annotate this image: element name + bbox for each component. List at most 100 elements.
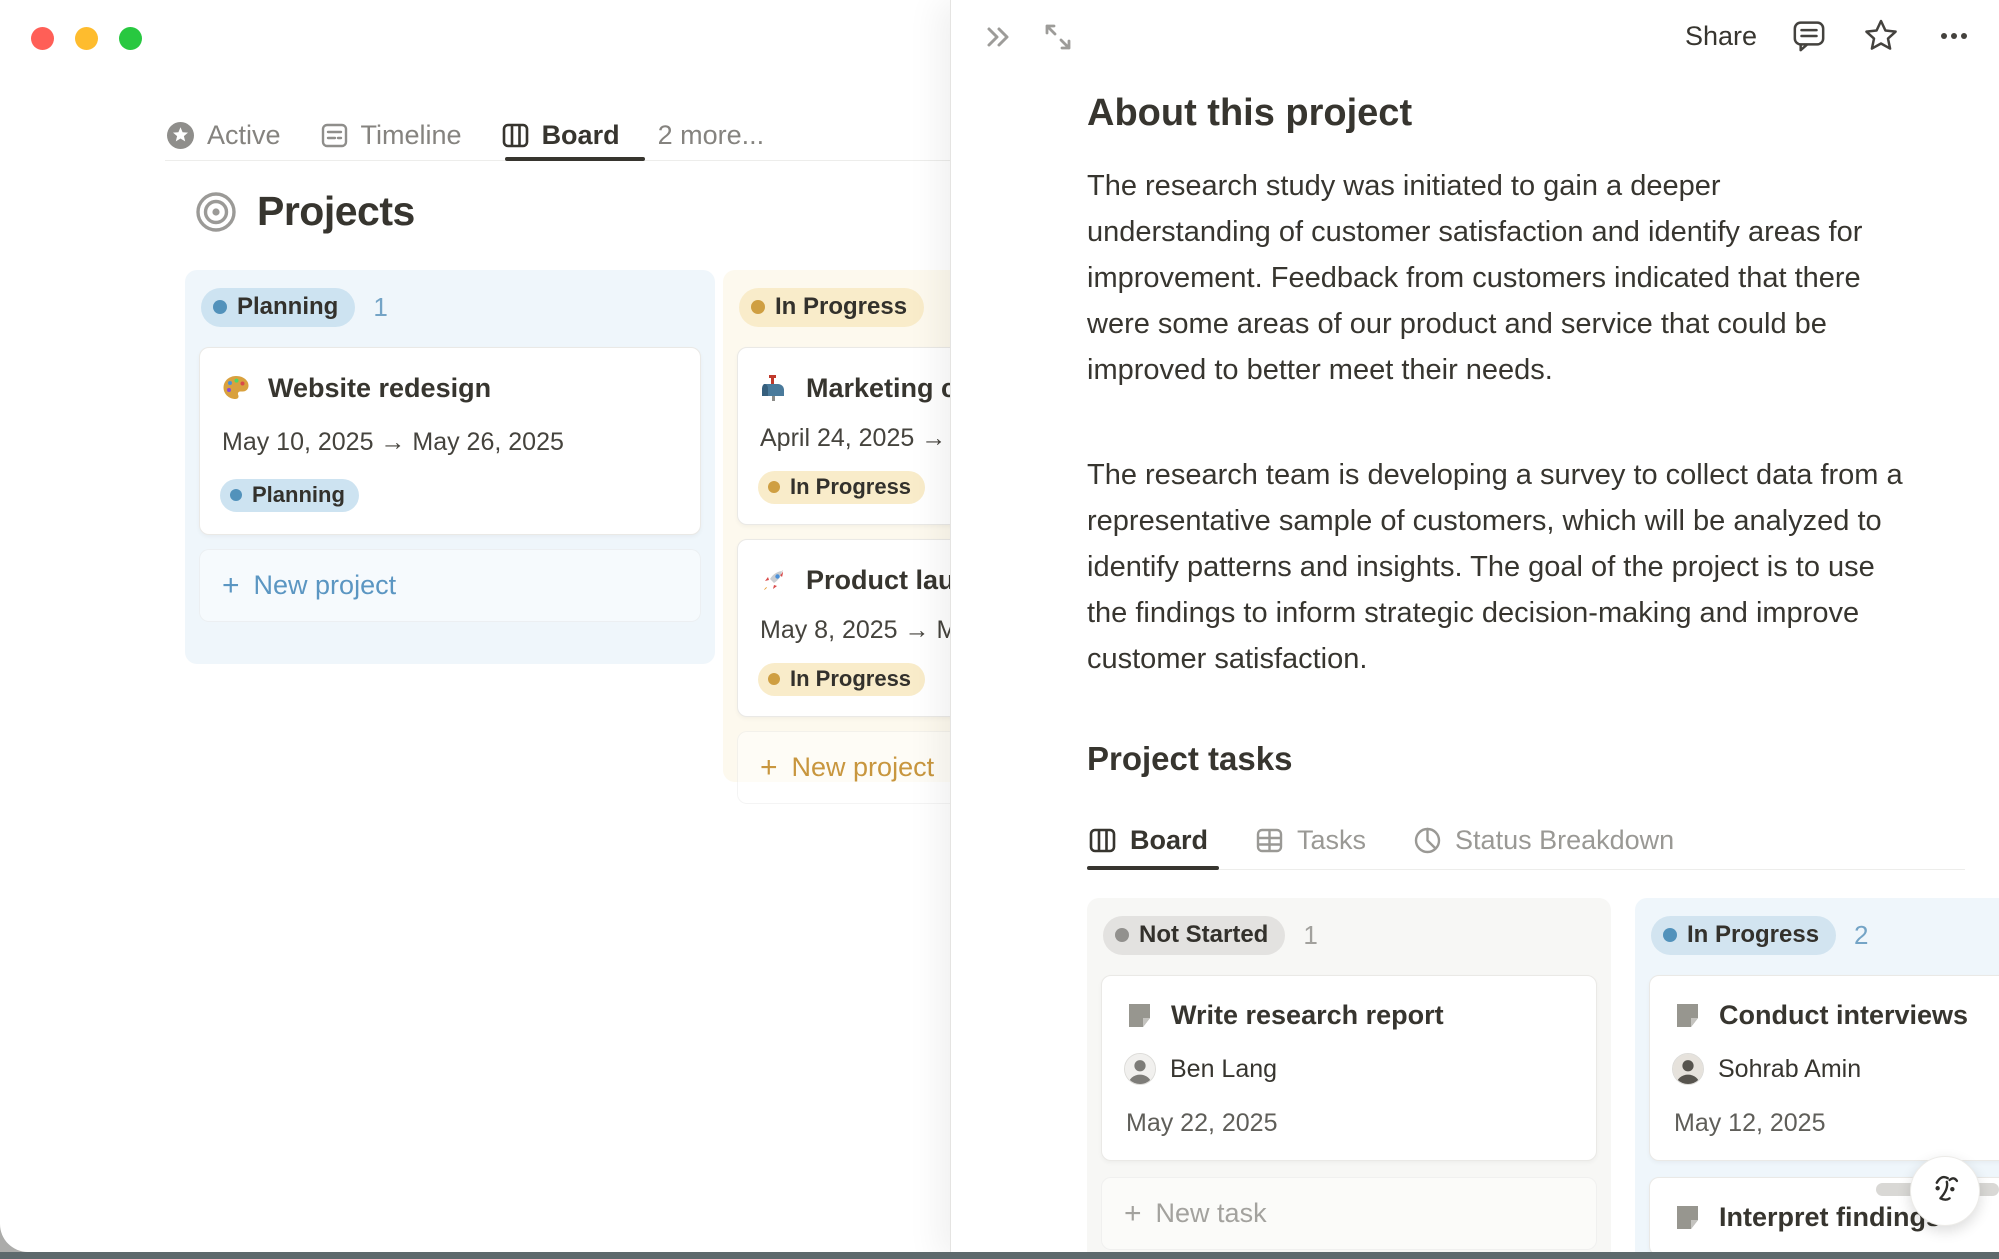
page-title-row: Projects	[193, 188, 415, 235]
task-view-tabs: Board Tasks Status Breakdown	[1087, 820, 1674, 860]
task-card-title: Conduct interviews	[1719, 1000, 1968, 1031]
projects-board: Planning 1 Website redesign May 10, 2025…	[185, 270, 950, 830]
page-title: Projects	[257, 188, 415, 235]
assignee-row: Sohrab Amin	[1672, 1053, 1999, 1085]
project-card-title: Marketing c	[806, 373, 950, 404]
task-tab-tasks[interactable]: Tasks	[1254, 825, 1366, 856]
column-planning: Planning 1 Website redesign May 10, 2025…	[185, 270, 715, 664]
status-badge-planning: Planning	[201, 288, 355, 327]
notion-ai-button[interactable]	[1910, 1156, 1980, 1226]
task-tab-status-breakdown[interactable]: Status Breakdown	[1412, 825, 1674, 856]
tab-timeline[interactable]: Timeline	[319, 120, 462, 151]
status-label: In Progress	[790, 474, 911, 500]
status-dot	[768, 673, 780, 685]
tab-more[interactable]: 2 more...	[658, 120, 765, 151]
more-options-icon[interactable]	[1933, 16, 1975, 56]
task-card-title: Interpret findings	[1719, 1202, 1941, 1233]
favorite-star-icon[interactable]	[1861, 16, 1901, 56]
screenshot-root: Active Timeline Board 2 more... Projects…	[0, 0, 1999, 1259]
column-planning-header: Planning 1	[201, 288, 699, 327]
tab-board-label: Board	[542, 120, 620, 151]
new-project-label: New project	[254, 570, 397, 601]
status-label: In Progress	[775, 293, 907, 321]
task-card-date: May 12, 2025	[1674, 1109, 1999, 1138]
plus-icon: +	[1124, 1199, 1142, 1229]
status-badge-in-progress: In Progress	[758, 663, 925, 696]
avatar-sohrab-amin	[1672, 1053, 1704, 1085]
status-badge-planning: Planning	[220, 479, 359, 512]
new-task-label: New task	[1156, 1198, 1267, 1229]
board-columns-icon	[500, 120, 531, 151]
screen-bottom-edge	[0, 1252, 1999, 1259]
project-card-title: Website redesign	[268, 373, 491, 404]
project-card-title: Product lau	[806, 565, 950, 596]
expand-page-icon[interactable]	[1041, 20, 1075, 54]
task-card-title: Write research report	[1171, 1000, 1444, 1031]
column-count: 2	[1854, 920, 1868, 951]
column-in-progress: In Progress Marketing c April 24, 2025 →…	[723, 270, 950, 782]
tab-active[interactable]: Active	[165, 120, 281, 151]
status-badge-not-started: Not Started	[1103, 916, 1285, 955]
new-project-button[interactable]: + New project	[199, 549, 701, 622]
status-badge-in-progress: In Progress	[739, 288, 924, 327]
new-project-label: New project	[792, 752, 935, 783]
tab-timeline-label: Timeline	[361, 120, 462, 151]
status-dot	[1115, 928, 1129, 942]
task-board: Not Started 1 Write research report Ben …	[1087, 898, 1999, 1259]
task-card-conduct-interviews[interactable]: Conduct interviews Sohrab Amin May 12, 2…	[1649, 975, 1999, 1161]
plus-icon: +	[222, 571, 240, 601]
status-dot	[230, 489, 242, 501]
project-card-product-launch[interactable]: Product lau May 8, 2025 → Ma In Progress	[737, 539, 950, 717]
about-paragraph-2: The research team is developing a survey…	[1087, 452, 1905, 682]
page-icon	[1672, 1202, 1703, 1233]
project-tasks-heading: Project tasks	[1087, 740, 1292, 778]
board-columns-icon	[1087, 825, 1118, 856]
status-label: Not Started	[1139, 921, 1268, 949]
status-dot	[213, 300, 227, 314]
zoom-window-button[interactable]	[119, 27, 142, 50]
task-tab-status-breakdown-label: Status Breakdown	[1455, 825, 1674, 856]
tab-more-label: 2 more...	[658, 120, 765, 151]
mailbox-icon	[758, 372, 790, 404]
column-count: 1	[1303, 920, 1317, 951]
project-card-dates: May 8, 2025 → Ma	[760, 616, 950, 645]
share-button[interactable]: Share	[1685, 21, 1757, 52]
task-card-write-research-report[interactable]: Write research report Ben Lang May 22, 2…	[1101, 975, 1597, 1161]
task-card-date: May 22, 2025	[1126, 1109, 1574, 1138]
view-tabs: Active Timeline Board 2 more...	[165, 113, 764, 157]
project-card-website-redesign[interactable]: Website redesign May 10, 2025 → May 26, …	[199, 347, 701, 535]
plus-icon: +	[760, 753, 778, 783]
rocket-icon	[758, 564, 790, 596]
tab-active-label: Active	[207, 120, 281, 151]
task-tab-board[interactable]: Board	[1087, 825, 1208, 856]
minimize-window-button[interactable]	[75, 27, 98, 50]
status-dot	[751, 300, 765, 314]
star-circle-icon	[165, 120, 196, 151]
tab-board[interactable]: Board	[500, 120, 620, 151]
assignee-row: Ben Lang	[1124, 1053, 1574, 1085]
side-peek-panel: Share About this project The research st…	[950, 0, 1999, 1259]
selected-tab-underline	[505, 157, 645, 161]
project-card-dates: May 10, 2025 → May 26, 2025	[222, 428, 680, 457]
task-column-not-started-header: Not Started 1	[1103, 916, 1595, 955]
task-tab-board-label: Board	[1130, 825, 1208, 856]
avatar-ben-lang	[1124, 1053, 1156, 1085]
close-window-button[interactable]	[31, 27, 54, 50]
status-label: Planning	[252, 482, 345, 508]
about-paragraph-1: The research study was initiated to gain…	[1087, 163, 1905, 393]
window-controls	[31, 27, 142, 50]
pie-chart-icon	[1412, 825, 1443, 856]
task-tab-tasks-label: Tasks	[1297, 825, 1366, 856]
task-selected-tab-underline	[1087, 866, 1219, 870]
table-icon	[1254, 825, 1285, 856]
page-icon	[1124, 1000, 1155, 1031]
about-heading: About this project	[1087, 92, 1412, 135]
page-icon	[1672, 1000, 1703, 1031]
new-project-button[interactable]: + New project	[737, 731, 950, 804]
new-task-button[interactable]: + New task	[1101, 1177, 1597, 1250]
comments-icon[interactable]	[1789, 16, 1829, 56]
column-count: 1	[373, 292, 387, 323]
close-peek-chevrons-icon[interactable]	[981, 20, 1015, 54]
project-card-marketing[interactable]: Marketing c April 24, 2025 → M In Progre…	[737, 347, 950, 525]
task-tabs-divider	[1087, 869, 1965, 870]
